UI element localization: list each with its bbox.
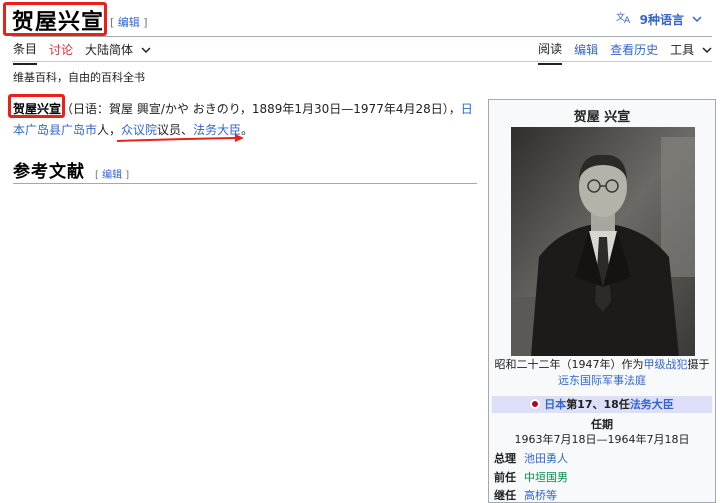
infobox-title: 贺屋 兴宣 (573, 110, 631, 125)
bracket-close: ] (125, 170, 130, 181)
premier-link[interactable]: 池田勇人 (524, 450, 568, 466)
variant-label: 大陆简体 (85, 43, 134, 57)
chevron-down-icon (692, 13, 702, 26)
japan-flag-icon (530, 399, 541, 409)
caption-war-criminal-link[interactable]: 甲级战犯 (644, 358, 688, 371)
page-title: 贺屋兴宣 (12, 9, 105, 35)
infobox: 贺屋 兴宣 昭和二十二年（1947年）作为甲级战犯摄于远东国际军事法庭 日本第1… (488, 99, 716, 503)
chevron-down-icon (702, 46, 712, 57)
site-tagline: 维基百科，自由的百科全书 (13, 71, 145, 84)
infobox-row-premier: 总理 池田勇人 (494, 450, 712, 466)
svg-text:A: A (624, 16, 631, 24)
bracket-open: [ (95, 170, 99, 181)
translate-icon: 文A (616, 10, 632, 28)
tabs-divider (12, 61, 712, 62)
language-label: 9种语言 (639, 12, 684, 27)
tools-label: 工具 (670, 43, 695, 57)
references-edit-link[interactable]: [ 编辑 ] (95, 166, 129, 181)
caption-prefix: 昭和二十二年（1947年）作为 (494, 358, 644, 371)
office-japan-link[interactable]: 日本 (544, 398, 566, 411)
references-divider (13, 183, 477, 184)
caption-tribunal-link[interactable]: 远东国际军事法庭 (558, 374, 646, 387)
row-label: 继任 (494, 489, 516, 502)
successor-link[interactable]: 高桥等 (524, 487, 557, 503)
title-edit-label[interactable]: 编辑 (118, 16, 140, 29)
tenure-dates: 1963年7月18日—1964年7月18日 (514, 433, 690, 446)
lead-paragraph: 贺屋兴宣（日语：賀屋 興宣/かや おきのり，1889年1月30日—1977年4月… (13, 99, 477, 141)
row-label: 总理 (494, 452, 516, 465)
bracket-open: [ (110, 16, 115, 29)
infobox-row-predecessor: 前任 中垣国男 (494, 469, 712, 485)
office-ordinal: 第17、18任 (566, 398, 630, 411)
chevron-down-icon (141, 46, 151, 57)
references-heading: 参考文献 (13, 162, 85, 182)
title-edit-link[interactable]: [ 编辑 ] (110, 14, 148, 30)
office-minister-link[interactable]: 法务大臣 (630, 398, 674, 411)
portrait-photo[interactable] (511, 127, 695, 356)
office-header: 日本第17、18任法务大臣 (492, 396, 712, 413)
bracket-close: ] (143, 16, 148, 29)
tenure-label: 任期 (591, 418, 613, 431)
photo-caption: 昭和二十二年（1947年）作为甲级战犯摄于远东国际军事法庭 (493, 357, 711, 389)
references-edit-label[interactable]: 编辑 (102, 170, 122, 181)
row-label: 前任 (494, 471, 516, 484)
predecessor-link[interactable]: 中垣国男 (524, 469, 568, 485)
language-button[interactable]: 文A 9种语言 (616, 10, 702, 28)
lead-parenthetical: （日语：賀屋 興宣/かや おきのり，1889年1月30日—1977年4月28日）… (61, 102, 461, 116)
annotation-arrow-icon (116, 134, 244, 142)
caption-mid: 摄于 (687, 358, 710, 371)
subject-name: 贺屋兴宣 (13, 102, 62, 116)
infobox-row-successor: 继任 高桥等 (494, 487, 712, 503)
header-divider (12, 36, 712, 37)
